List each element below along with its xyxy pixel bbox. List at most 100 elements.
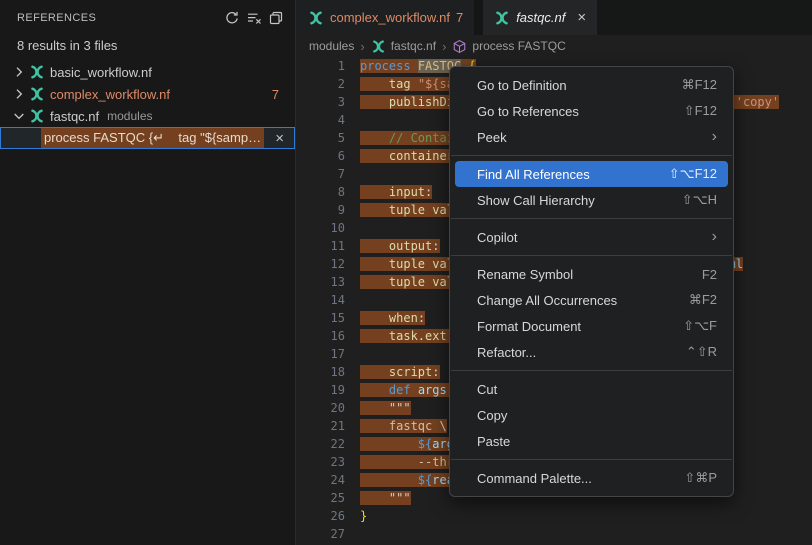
menu-item-cut[interactable]: Cut [450,376,733,402]
nextflow-file-icon [494,10,510,26]
menu-item-label: Cut [477,382,717,397]
breadcrumb-file[interactable]: fastqc.nf [391,39,436,53]
menu-item-copy[interactable]: Copy [450,402,733,428]
chevron-down-icon[interactable] [10,108,27,124]
code-token [360,383,389,397]
code-token: output [389,239,432,253]
file-description: modules [107,109,152,123]
code-line-content: when: [360,309,425,327]
reference-range-highlight: output: [360,239,440,253]
menu-separator [451,370,732,371]
menu-item-change-all-occurrences[interactable]: Change All Occurrences⌘F2 [450,287,733,313]
code-token [360,329,389,343]
menu-item-label: Go to Definition [477,78,682,93]
breadcrumb-folder[interactable]: modules [309,39,354,53]
clear-all-icon[interactable] [243,7,265,29]
reference-range-highlight: """ [360,491,411,505]
menu-item-find-all-references[interactable]: Find All References⇧⌥F12 [455,161,728,187]
chevron-right-icon[interactable] [10,64,27,80]
line-number: 12 [297,255,345,273]
code-token [360,401,389,415]
code-token: fastqc [389,419,432,433]
menu-item-label: Change All Occurrences [477,293,689,308]
tab-label: fastqc.nf [516,10,565,25]
code-token [360,311,389,325]
code-token: tuple [389,203,425,217]
code-token [411,59,418,73]
code-line-27[interactable]: 27 [297,525,812,543]
reference-range-highlight: script: [360,365,440,379]
collapse-all-icon[interactable] [265,7,287,29]
menu-item-copilot[interactable]: Copilot› [450,224,733,250]
line-number: 7 [297,165,345,183]
tab-close-icon[interactable]: × [577,10,586,25]
submenu-chevron-icon: › [712,229,717,245]
menu-item-shortcut: ⌘F2 [689,292,717,308]
reference-range-highlight: when: [360,311,425,325]
code-token: ${ [418,437,432,451]
code-line-26[interactable]: 26} [297,507,812,525]
code-token: } [360,509,367,523]
menu-item-rename-symbol[interactable]: Rename SymbolF2 [450,261,733,287]
code-token: args [418,383,447,397]
tab-complex-workflow[interactable]: complex_workflow.nf 7 [297,0,474,35]
menu-item-paste[interactable]: Paste [450,428,733,454]
menu-item-show-call-hierarchy[interactable]: Show Call Hierarchy⇧⌥H [450,187,733,213]
menu-item-label: Go to References [477,104,684,119]
menu-item-go-to-definition[interactable]: Go to Definition⌘F12 [450,72,733,98]
menu-item-shortcut: ⌃⇧R [686,344,717,360]
dismiss-icon[interactable]: × [275,128,284,148]
tree-item-basic-workflow-nf[interactable]: basic_workflow.nf [0,61,295,83]
tree-item-fastqc-nf[interactable]: fastqc.nfmodules [0,105,295,127]
references-panel-header: REFERENCES [0,0,295,35]
code-token [432,419,439,433]
code-line-content: input: [360,183,432,201]
menu-item-label: Command Palette... [477,471,684,486]
code-token [360,149,389,163]
line-number: 2 [297,75,345,93]
tree-item-complex-workflow-nf[interactable]: complex_workflow.nf7 [0,83,295,105]
line-number: 23 [297,453,345,471]
tree-item-reference-match[interactable]: process FASTQC {↵ tag "${samp…× [0,127,295,149]
code-token [360,365,389,379]
code-line-content: """ [360,489,411,507]
line-number: 21 [297,417,345,435]
chevron-right-icon[interactable] [10,86,27,102]
code-token [360,257,389,271]
menu-item-shortcut: ⇧⌘P [684,470,717,486]
code-line-content: fastqc \ [360,417,447,435]
menu-item-go-to-references[interactable]: Go to References⇧F12 [450,98,733,124]
menu-separator [451,155,732,156]
line-number: 3 [297,93,345,111]
line-number: 26 [297,507,345,525]
submenu-chevron-icon: › [712,129,717,145]
nextflow-file-icon [371,39,386,54]
tab-bar: complex_workflow.nf 7 fastqc.nf × [297,0,812,35]
code-token [360,203,389,217]
code-token [360,131,389,145]
line-number: 15 [297,309,345,327]
tab-fastqc[interactable]: fastqc.nf × [483,0,597,35]
menu-separator [451,459,732,460]
code-token [360,239,389,253]
line-number: 6 [297,147,345,165]
panel-title: REFERENCES [17,12,221,24]
line-number: 27 [297,525,345,543]
line-number: 17 [297,345,345,363]
line-number: 16 [297,327,345,345]
chevron-right-icon: › [442,39,446,54]
menu-item-refactor[interactable]: Refactor...⌃⇧R [450,339,733,365]
menu-item-label: Copy [477,408,717,423]
menu-item-format-document[interactable]: Format Document⇧⌥F [450,313,733,339]
code-token [360,491,389,505]
line-number: 10 [297,219,345,237]
breadcrumb-symbol[interactable]: process FASTQC [472,39,565,53]
menu-item-command-palette[interactable]: Command Palette...⇧⌘P [450,465,733,491]
vscode-window: REFERENCES 8 results in 3 files basic_wo… [0,0,812,545]
menu-item-peek[interactable]: Peek› [450,124,733,150]
code-token: : [425,185,432,199]
menu-item-label: Copilot [477,230,712,245]
refresh-icon[interactable] [221,7,243,29]
code-token: tuple [389,257,425,271]
references-panel: REFERENCES 8 results in 3 files basic_wo… [0,0,296,545]
